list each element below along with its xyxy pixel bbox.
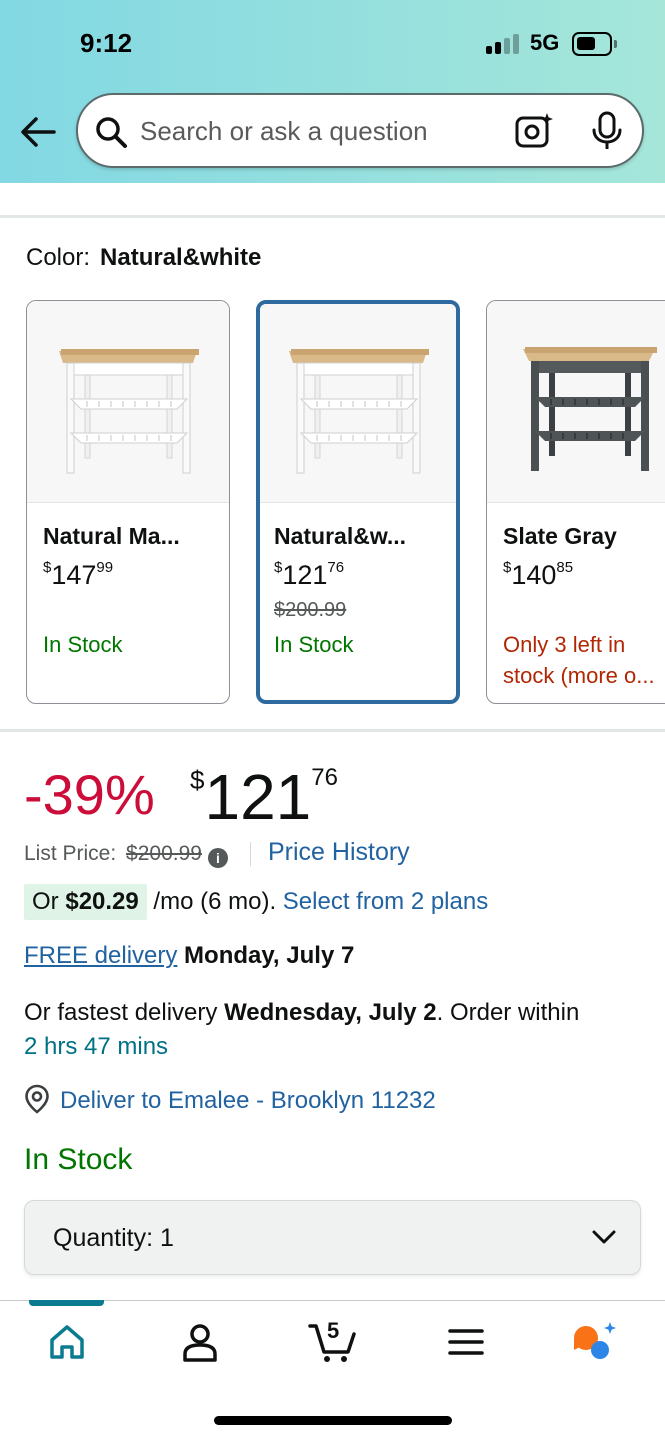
product-thumbnail — [260, 304, 456, 503]
menu-icon[interactable] — [444, 1320, 488, 1364]
camera-lens-icon[interactable] — [514, 111, 554, 151]
swatch-price: $14085 — [503, 559, 574, 590]
fastest-delivery-row: Or fastest delivery Wednesday, July 2. O… — [24, 999, 580, 1060]
color-label: Color: Natural&white — [26, 244, 262, 271]
deliver-to-link[interactable]: Deliver to Emalee - Brooklyn 11232 — [24, 1084, 436, 1115]
select-plans-link[interactable]: Select from 2 plans — [283, 888, 488, 915]
divider — [0, 215, 665, 218]
installment-pill: Or $20.29 — [24, 884, 147, 920]
list-price-row: List Price: $200.99 i — [24, 842, 228, 868]
color-swatch-natural-white[interactable]: Natural&w... $12176 $200.99 In Stock — [256, 300, 460, 704]
availability-status: In Stock — [24, 1143, 133, 1176]
free-delivery-date: Monday, July 7 — [184, 942, 355, 969]
cart-count-badge: 5 — [327, 1318, 340, 1343]
home-icon[interactable] — [45, 1320, 89, 1364]
home-indicator — [214, 1416, 452, 1425]
selected-color-name: Natural&white — [100, 244, 262, 271]
status-time: 9:12 — [80, 28, 133, 58]
search-icon — [96, 117, 127, 148]
swatch-list-price: $200.99 — [274, 599, 347, 621]
location-pin-icon — [25, 1084, 49, 1114]
installment-row: Or $20.29 /mo (6 mo). Select from 2 plan… — [24, 884, 488, 920]
quantity-label: Quantity: 1 — [53, 1224, 174, 1252]
battery-icon — [572, 32, 612, 56]
free-delivery-link[interactable]: FREE delivery — [24, 942, 177, 969]
active-tab-indicator — [29, 1300, 104, 1306]
microphone-icon[interactable] — [590, 111, 624, 151]
swatch-name: Slate Gray — [503, 523, 617, 549]
price-history-link[interactable]: Price History — [268, 838, 410, 867]
network-label: 5G — [530, 30, 560, 55]
product-thumbnail — [27, 301, 229, 503]
swatch-stock-status: In Stock — [274, 632, 354, 657]
swatch-stock-status: In Stock — [43, 632, 123, 657]
swatch-price: $14799 — [43, 559, 114, 590]
free-delivery-row: FREE delivery Monday, July 7 — [24, 942, 354, 970]
divider — [0, 729, 665, 732]
separator — [250, 842, 251, 866]
swatch-price: $12176 — [274, 559, 345, 590]
search-bar[interactable] — [76, 93, 644, 168]
swatch-stock-status: Only 3 left in stock (more o... — [503, 632, 655, 688]
signal-icon — [486, 34, 520, 54]
back-arrow-icon[interactable] — [18, 112, 58, 152]
order-countdown: 2 hrs 47 mins — [24, 1033, 169, 1060]
rufus-ai-icon[interactable] — [572, 1320, 616, 1364]
info-icon[interactable]: i — [207, 848, 228, 868]
account-icon[interactable] — [178, 1320, 222, 1364]
search-input[interactable] — [140, 113, 500, 149]
quantity-dropdown[interactable]: Quantity: 1 — [24, 1200, 641, 1275]
product-thumbnail — [487, 301, 665, 503]
quantity-value: 1 — [160, 1224, 174, 1252]
swatch-name: Natural Ma... — [43, 523, 180, 549]
list-price: $200.99 — [126, 842, 202, 865]
color-swatch-natural-maple[interactable]: Natural Ma... $14799 In Stock — [26, 300, 230, 704]
discount-percent: -39% — [24, 763, 155, 826]
color-swatch-slate-gray[interactable]: Slate Gray $14085 Only 3 left in stock (… — [486, 300, 665, 704]
swatch-name: Natural&w... — [274, 523, 407, 549]
header-bar: 9:12 5G — [0, 0, 665, 183]
current-price: $12176 — [190, 761, 338, 833]
chevron-down-icon — [592, 1230, 616, 1244]
